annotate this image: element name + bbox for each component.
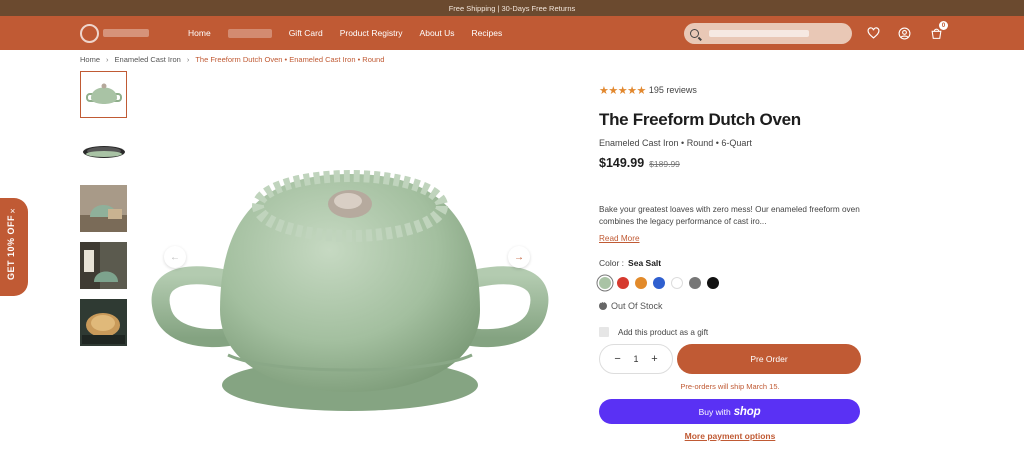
swatch-orange[interactable] [635, 277, 647, 289]
thumbnail-3[interactable] [80, 185, 127, 232]
lifestyle-thumb-image [80, 242, 127, 289]
announcement-bar: Free Shipping | 30-Days Free Returns [0, 0, 1024, 16]
dutch-oven-base-thumb-image [82, 145, 125, 158]
swatch-red[interactable] [617, 277, 629, 289]
thumbnail-5[interactable] [80, 299, 127, 346]
product-title: The Freeform Dutch Oven [599, 110, 801, 129]
breadcrumb-category[interactable]: Enameled Cast Iron [115, 55, 181, 64]
preorder-ship-note: Pre-orders will ship March 15. [680, 382, 780, 391]
read-more-link[interactable]: Read More [599, 234, 640, 243]
color-swatches [599, 277, 861, 289]
prev-image-button[interactable]: ← [164, 246, 186, 268]
swatch-white[interactable] [671, 277, 683, 289]
nav-link-recipes[interactable]: Recipes [472, 28, 503, 38]
chevron-right-icon: › [186, 55, 190, 64]
color-label-row: Color : Sea Salt [599, 258, 861, 268]
cart-button[interactable]: 0 [929, 21, 948, 40]
swatch-gray[interactable] [689, 277, 701, 289]
selected-color: Sea Salt [628, 258, 662, 268]
stock-status: Out Of Stock [599, 299, 861, 311]
thumbnail-gallery [80, 71, 128, 356]
product-subtitle: Enameled Cast Iron • Round • 6-Quart [599, 138, 752, 148]
breadcrumb-current: The Freeform Dutch Oven • Enameled Cast … [195, 55, 385, 64]
nav-links: Home Gift Card Product Registry About Us… [188, 16, 519, 50]
logo-wordmark-redacted [103, 29, 149, 37]
thumbnail-1[interactable] [80, 71, 127, 118]
promo-label: GET 10% OFF [6, 214, 16, 280]
swatch-blue[interactable] [653, 277, 665, 289]
announcement-text: Free Shipping | 30-Days Free Returns [448, 3, 576, 13]
thumbnail-2[interactable] [80, 128, 127, 175]
shop-button-prefix: Buy with [698, 406, 731, 417]
account-button[interactable] [897, 26, 911, 40]
bread-thumb-image [80, 299, 127, 346]
quantity-stepper: − 1 + [599, 344, 673, 374]
search-box[interactable] [684, 23, 852, 44]
qty-decrease-button[interactable]: − [614, 353, 620, 365]
product-info: ★★★★★ 195 reviews The Freeform Dutch Ove… [599, 82, 861, 441]
nav-link-about-us[interactable]: About Us [420, 28, 455, 38]
user-icon [898, 27, 910, 39]
next-image-button[interactable]: → [508, 246, 530, 268]
main-nav: Home Gift Card Product Registry About Us… [0, 16, 1024, 50]
logo-icon [80, 23, 99, 43]
qty-value[interactable]: 1 [633, 354, 638, 364]
out-of-stock-icon [599, 299, 607, 310]
dutch-oven-image [151, 170, 549, 411]
nav-link-gift-card[interactable]: Gift Card [289, 28, 323, 38]
swatch-black[interactable] [707, 277, 719, 289]
swatch-sea-salt[interactable] [599, 277, 611, 289]
nav-link-redacted[interactable] [227, 28, 272, 38]
pre-order-button[interactable]: Pre Order [677, 344, 861, 374]
star-rating-icon: ★★★★★ [599, 84, 646, 97]
price-row: $149.99 $189.99 [599, 156, 861, 170]
nav-link-product-registry[interactable]: Product Registry [340, 28, 403, 38]
breadcrumb: Home › Enameled Cast Iron › The Freeform… [80, 55, 384, 64]
thumbnail-4[interactable] [80, 242, 127, 289]
stock-text: Out Of Stock [611, 301, 663, 311]
color-label: Color : [599, 258, 625, 268]
breadcrumb-home[interactable]: Home [80, 55, 100, 64]
purchase-row: − 1 + Pre Order [599, 344, 861, 374]
gift-label: Add this product as a gift [618, 327, 709, 337]
kitchen-scene-thumb-image [80, 185, 127, 232]
arrow-left-icon: ← [170, 251, 180, 263]
shop-logo: shop [733, 405, 761, 418]
main-product-image: ← → [150, 160, 550, 420]
qty-increase-button[interactable]: + [651, 353, 657, 365]
nav-link-home[interactable]: Home [188, 28, 211, 38]
more-payment-options-link[interactable]: More payment options [599, 431, 861, 441]
review-count: 195 reviews [648, 85, 697, 95]
wishlist-button[interactable] [866, 26, 880, 40]
heart-icon [866, 27, 880, 39]
search-input[interactable] [704, 23, 844, 44]
dutch-oven-thumb-image [85, 83, 122, 104]
discount-promo-tab[interactable]: × GET 10% OFF [0, 198, 28, 296]
chevron-right-icon: › [106, 55, 109, 64]
search-icon [690, 29, 699, 38]
arrow-right-icon: → [514, 251, 524, 263]
cart-count-badge: 0 [939, 21, 948, 30]
gift-checkbox[interactable] [599, 327, 609, 337]
sale-price: $149.99 [599, 156, 645, 170]
product-description: Bake your greatest loaves with zero mess… [599, 205, 860, 226]
gift-option[interactable]: Add this product as a gift [599, 327, 861, 337]
compare-price: $189.99 [649, 159, 680, 169]
rating-row[interactable]: ★★★★★ 195 reviews [599, 82, 861, 98]
buy-with-shop-button[interactable]: Buy with shop [599, 399, 860, 424]
logo[interactable] [80, 23, 152, 43]
